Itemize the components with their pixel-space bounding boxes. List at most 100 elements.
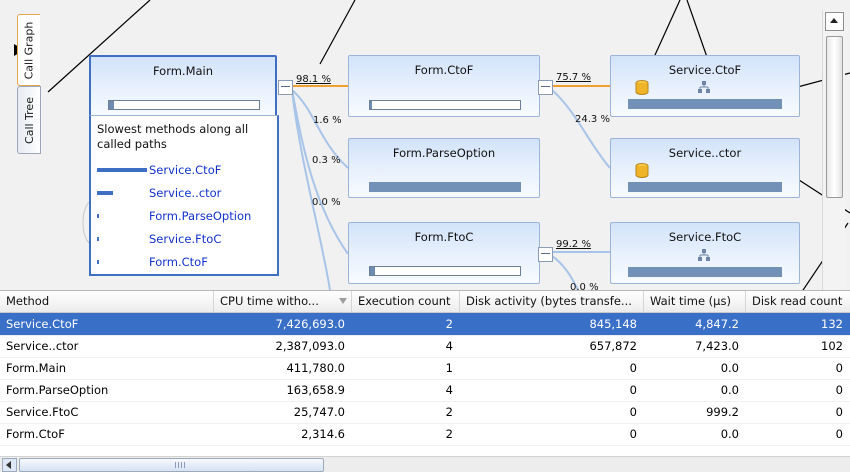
- cell-disk-activity: 0: [629, 427, 637, 441]
- cell-execution-count: 1: [445, 361, 453, 375]
- column-header-cpu-time[interactable]: CPU time witho...: [214, 291, 352, 312]
- cell-wait-time: 4,847.2: [695, 317, 739, 331]
- column-header-execution-count[interactable]: Execution count: [352, 291, 460, 312]
- cell-disk-read-count: 0: [835, 405, 843, 419]
- table-row[interactable]: Service.CtoF 7,426,693.0 2 845,148 4,847.2 13…: [0, 313, 850, 336]
- grip-icon: [175, 462, 185, 468]
- table-row[interactable]: Service..ctor 2,387,093.0 4 657,872 7,423.0 1…: [0, 335, 850, 358]
- cell-wait-time: 0.0: [720, 361, 739, 375]
- column-header-method[interactable]: Method: [0, 291, 214, 312]
- node-title: Service.CtoF: [668, 63, 742, 77]
- cell-disk-activity: 657,872: [589, 339, 637, 353]
- slowest-method-bar: [97, 191, 113, 195]
- slowest-method-link[interactable]: Form.ParseOption: [149, 209, 251, 223]
- edge-percent: 99.2 %: [556, 239, 591, 250]
- slowest-method-link[interactable]: Form.CtoF: [149, 255, 208, 269]
- slowest-method-row[interactable]: Service..ctor: [91, 186, 275, 203]
- column-header-wait-time[interactable]: Wait time (μs): [644, 291, 746, 312]
- slowest-method-link[interactable]: Service..ctor: [149, 186, 221, 200]
- cell-cpu-time: 2,387,093.0: [275, 339, 346, 353]
- node-form-main[interactable]: Form.Main: [89, 55, 277, 119]
- cell-execution-count: 4: [445, 383, 453, 397]
- cell-cpu-time: 25,747.0: [293, 405, 345, 419]
- cell-disk-read-count: 0: [835, 361, 843, 375]
- slowest-method-bar: [97, 168, 147, 172]
- node-bar: [628, 267, 782, 277]
- column-header-label: Disk read count: [752, 294, 843, 308]
- node-form-parseoption[interactable]: Form.ParseOption: [348, 138, 540, 198]
- cell-execution-count: 2: [445, 427, 453, 441]
- cell-method: Form.ParseOption: [6, 383, 109, 397]
- cell-disk-read-count: 132: [821, 317, 843, 331]
- collapse-toggle-icon[interactable]: [278, 80, 293, 95]
- node-title: Service.FtoC: [668, 230, 742, 244]
- edge-percent: 24.3 %: [575, 114, 610, 125]
- collapse-toggle-icon[interactable]: [538, 247, 553, 262]
- node-service-ctor[interactable]: Service..ctor: [610, 138, 800, 198]
- node-title: Form.FtoC: [414, 230, 474, 244]
- cell-disk-activity: 0: [629, 361, 637, 375]
- edge-percent: 0.3 %: [312, 155, 341, 166]
- slowest-method-link[interactable]: Service.FtoC: [149, 232, 221, 246]
- cell-wait-time: 999.2: [706, 405, 739, 419]
- cell-method: Service..ctor: [6, 339, 79, 353]
- scroll-up-button[interactable]: [825, 12, 844, 31]
- cell-disk-read-count: 0: [835, 383, 843, 397]
- slowest-method-row[interactable]: Service.CtoF: [91, 163, 275, 180]
- node-title: Form.Main: [152, 64, 214, 78]
- slowest-method-row[interactable]: Form.CtoF: [91, 255, 275, 272]
- cell-cpu-time: 411,780.0: [286, 361, 345, 375]
- cell-execution-count: 2: [445, 317, 453, 331]
- slowest-method-link[interactable]: Service.CtoF: [149, 163, 221, 177]
- node-progress: [108, 100, 260, 110]
- cell-wait-time: 0.0: [720, 427, 739, 441]
- slowest-method-bar: [97, 214, 99, 218]
- slowest-method-bar: [97, 237, 99, 241]
- cell-cpu-time: 2,314.6: [301, 427, 345, 441]
- edge-ctof-service-ctor: [551, 89, 611, 169]
- database-icon: [635, 163, 649, 178]
- table-row[interactable]: Service.FtoC 25,747.0 2 0 999.2 0: [0, 401, 850, 424]
- column-header-label: Disk activity (bytes transfe...: [466, 294, 632, 308]
- collapse-toggle-icon[interactable]: [538, 80, 553, 95]
- edge-percent: 0.0 %: [570, 282, 599, 290]
- graph-vertical-scrollbar[interactable]: [822, 10, 845, 290]
- column-header-disk-read-count[interactable]: Disk read count: [746, 291, 850, 312]
- node-title: Service..ctor: [668, 146, 742, 160]
- slowest-methods-caption: Slowest methods along all called paths: [97, 122, 249, 151]
- column-header-label: Wait time (μs): [650, 294, 731, 308]
- column-header-disk-activity[interactable]: Disk activity (bytes transfe...: [460, 291, 644, 312]
- edge-percent: 75.7 %: [556, 72, 591, 83]
- slowest-method-row[interactable]: Form.ParseOption: [91, 209, 275, 226]
- cell-method: Form.CtoF: [6, 427, 65, 441]
- cell-wait-time: 0.0: [720, 383, 739, 397]
- scroll-thumb[interactable]: [826, 36, 843, 198]
- cell-method: Form.Main: [6, 361, 67, 375]
- node-progress: [369, 100, 521, 110]
- slowest-methods-panel: Slowest methods along all called paths S…: [89, 115, 279, 276]
- slowest-method-row[interactable]: Service.FtoC: [91, 232, 275, 249]
- slowest-method-bar: [97, 260, 99, 264]
- table-row[interactable]: Form.CtoF 2,314.6 2 0 0.0 0: [0, 423, 850, 446]
- node-service-ftoc[interactable]: Service.FtoC: [610, 222, 800, 284]
- tab-call-graph-label: Call Graph: [22, 21, 36, 79]
- node-bar: [369, 182, 521, 192]
- sort-descending-icon: [339, 298, 347, 304]
- call-graph-canvas[interactable]: Call Graph Call Tree Form.Main Slowest m…: [0, 0, 850, 290]
- node-form-ftoc[interactable]: Form.FtoC: [348, 222, 540, 284]
- node-bar: [628, 182, 782, 192]
- node-form-ctof[interactable]: Form.CtoF: [348, 55, 540, 117]
- column-header-label: CPU time witho...: [220, 294, 319, 308]
- table-row[interactable]: Form.ParseOption 163,658.9 4 0 0.0 0: [0, 379, 850, 402]
- table-row[interactable]: Form.Main 411,780.0 1 0 0.0 0: [0, 357, 850, 380]
- node-service-ctof[interactable]: Service.CtoF: [610, 55, 800, 117]
- tab-call-graph[interactable]: Call Graph: [17, 14, 40, 86]
- node-progress: [369, 266, 521, 276]
- tab-call-tree-label: Call Tree: [22, 96, 36, 144]
- network-icon: [698, 81, 710, 93]
- tab-call-tree[interactable]: Call Tree: [17, 86, 41, 154]
- node-title: Form.ParseOption: [392, 146, 496, 160]
- methods-table: Method CPU time witho... Execution count…: [0, 290, 850, 472]
- node-bar: [628, 99, 782, 109]
- edge-percent: 0.0 %: [312, 197, 341, 208]
